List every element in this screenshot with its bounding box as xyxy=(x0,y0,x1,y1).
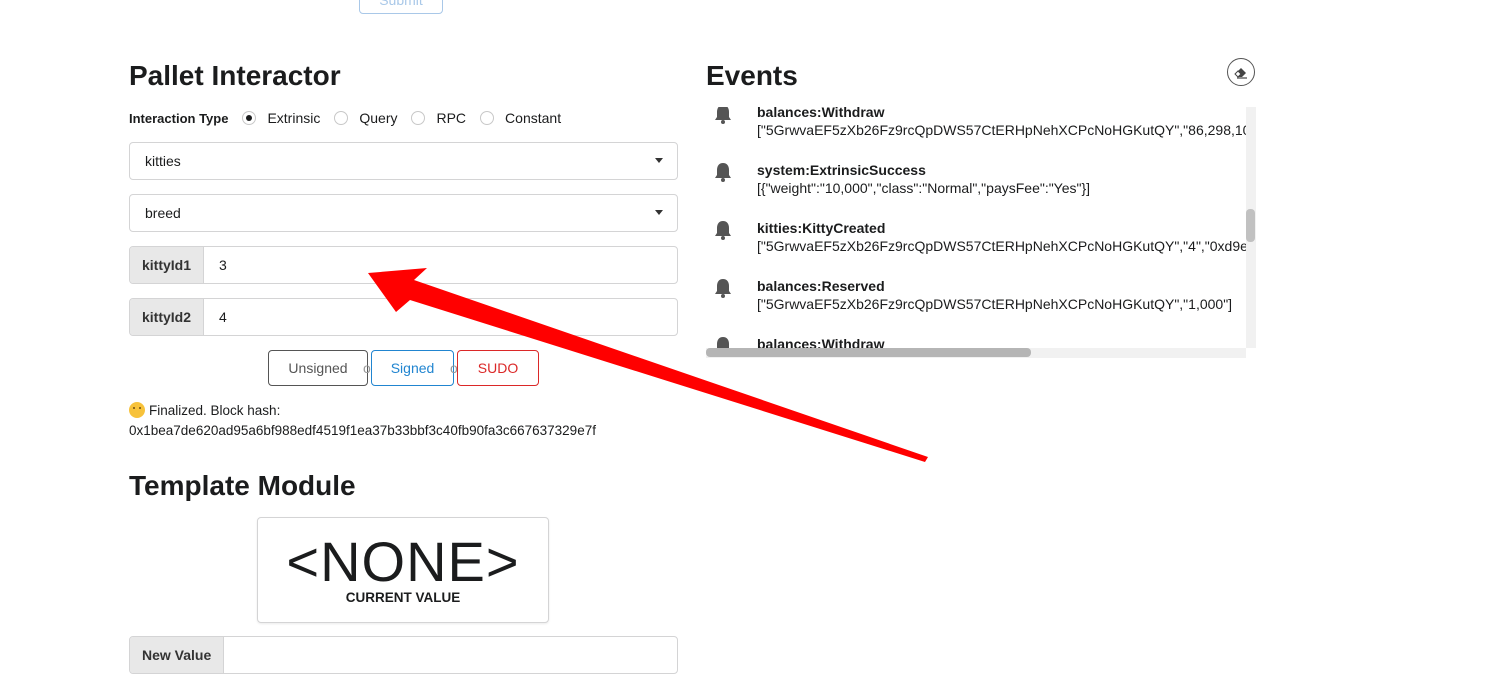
events-title: Events xyxy=(706,60,798,91)
events-horizontal-scroll-thumb[interactable] xyxy=(706,348,1031,357)
kittyid1-label: kittyId1 xyxy=(130,247,205,283)
kittyid1-field[interactable]: kittyId1 3 xyxy=(129,246,678,284)
current-value: <NONE> xyxy=(286,530,520,593)
caret-down-icon xyxy=(655,158,663,163)
radio-extrinsic[interactable]: Extrinsic xyxy=(242,110,320,126)
events-feed[interactable]: balances:Withdraw ["5GrwvaEF5zXb26Fz9rcQ… xyxy=(706,107,1256,358)
radio-rpc[interactable]: RPC xyxy=(411,110,466,126)
new-value-label: New Value xyxy=(130,637,225,673)
template-module-title: Template Module xyxy=(129,470,356,501)
radio-query-label: Query xyxy=(359,110,398,126)
callable-dropdown[interactable]: breed xyxy=(129,194,678,232)
pallet-dropdown-value: kitties xyxy=(145,153,181,169)
event-data: ["5GrwvaEF5zXb26Fz9rcQpDWS57CtERHpNehXCP… xyxy=(757,238,1246,254)
radio-constant-dot[interactable] xyxy=(480,111,495,125)
radio-constant[interactable]: Constant xyxy=(480,110,561,126)
eraser-icon xyxy=(1234,68,1247,79)
event-name: balances:Reserved xyxy=(757,278,885,294)
bell-icon xyxy=(715,107,731,124)
unsigned-button[interactable]: Unsigned xyxy=(268,350,368,386)
radio-query[interactable]: Query xyxy=(334,110,397,126)
emoji-icon xyxy=(129,402,145,418)
bell-icon xyxy=(715,279,731,298)
kittyid2-field[interactable]: kittyId2 4 xyxy=(129,298,678,336)
status-text: Finalized. Block hash: xyxy=(149,403,281,418)
radio-extrinsic-label: Extrinsic xyxy=(267,110,321,126)
event-data: ["5GrwvaEF5zXb26Fz9rcQpDWS57CtERHpNehXCP… xyxy=(757,296,1233,312)
sudo-button[interactable]: SUDO xyxy=(457,350,539,386)
pallet-dropdown[interactable]: kitties xyxy=(129,142,678,180)
event-name: system:ExtrinsicSuccess xyxy=(757,162,926,178)
clear-events-button[interactable] xyxy=(1227,58,1255,86)
radio-rpc-label: RPC xyxy=(436,110,467,126)
new-value-input[interactable] xyxy=(224,637,677,673)
tx-status: Finalized. Block hash: 0x1bea7de620ad95a… xyxy=(129,401,596,441)
callable-dropdown-value: breed xyxy=(145,205,181,221)
radio-rpc-dot[interactable] xyxy=(411,111,426,125)
kittyid2-label: kittyId2 xyxy=(130,299,205,335)
event-data: [{"weight":"10,000","class":"Normal","pa… xyxy=(757,180,1091,196)
events-vertical-scroll-thumb[interactable] xyxy=(1246,209,1255,242)
block-hash: 0x1bea7de620ad95a6bf988edf4519f1ea37b33b… xyxy=(129,423,596,438)
bell-icon xyxy=(715,221,731,240)
kittyid1-input[interactable]: 3 xyxy=(204,247,677,283)
kittyid2-input[interactable]: 4 xyxy=(204,299,677,335)
event-name: kitties:KittyCreated xyxy=(757,220,886,236)
radio-query-dot[interactable] xyxy=(334,111,349,125)
bell-icon xyxy=(715,163,731,182)
interaction-type-group: Interaction Type Extrinsic Query RPC Con… xyxy=(129,109,575,127)
radio-extrinsic-dot[interactable] xyxy=(242,111,257,125)
radio-constant-label: Constant xyxy=(505,110,562,126)
caret-down-icon xyxy=(655,210,663,215)
pallet-interactor-title: Pallet Interactor xyxy=(129,60,341,91)
signed-button[interactable]: Signed xyxy=(371,350,454,386)
event-name: balances:Withdraw xyxy=(757,107,885,120)
event-data: ["5GrwvaEF5zXb26Fz9rcQpDWS57CtERHpNehXCP… xyxy=(757,122,1246,138)
submit-button[interactable]: Submit xyxy=(359,0,443,14)
current-value-card: <NONE> CURRENT VALUE xyxy=(257,517,549,623)
new-value-field[interactable]: New Value xyxy=(129,636,678,674)
interaction-type-label: Interaction Type xyxy=(129,110,229,126)
